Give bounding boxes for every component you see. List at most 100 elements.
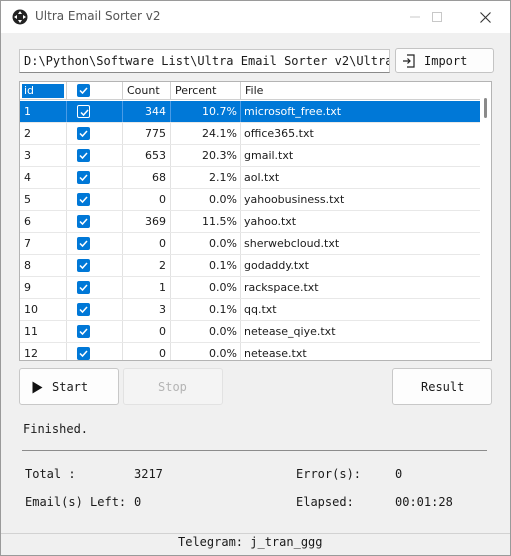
results-table[interactable]: id Count Percent File 1 344 10.7% microsoft…	[19, 81, 492, 361]
row-checkbox[interactable]	[77, 347, 90, 360]
title-bar[interactable]: Ultra Email Sorter v2	[1, 1, 510, 33]
row-checkbox-cell	[67, 101, 123, 122]
row-count: 653	[123, 145, 171, 166]
errors-label: Error(s):	[296, 467, 362, 481]
row-checkbox[interactable]	[77, 259, 90, 272]
row-id: 12	[20, 343, 67, 360]
row-percent: 0.0%	[171, 321, 241, 342]
result-button[interactable]: Result	[392, 368, 492, 405]
row-percent: 10.7%	[171, 101, 241, 122]
column-header-select-all[interactable]	[67, 82, 123, 100]
table-row[interactable]: 3 653 20.3% gmail.txt	[20, 145, 480, 167]
row-file: netease.txt	[244, 347, 307, 360]
row-file: microsoft_free.txt	[244, 105, 342, 118]
table-scrollbar[interactable]	[480, 82, 491, 360]
row-checkbox[interactable]	[77, 237, 90, 250]
row-count: 369	[123, 211, 171, 232]
result-button-label: Result	[421, 380, 465, 394]
row-checkbox-cell	[67, 321, 123, 342]
import-button-label: Import	[424, 54, 468, 68]
row-count: 2	[123, 255, 171, 276]
row-file: rackspace.txt	[244, 281, 319, 294]
close-button[interactable]	[462, 1, 508, 33]
row-checkbox-cell	[67, 123, 123, 144]
stop-button[interactable]: Stop	[123, 368, 223, 405]
table-row[interactable]: 11 0 0.0% netease_qiye.txt	[20, 321, 480, 343]
row-count: 3	[123, 299, 171, 320]
row-checkbox[interactable]	[77, 303, 90, 316]
column-header-percent[interactable]: Percent	[171, 82, 241, 100]
row-checkbox[interactable]	[77, 281, 90, 294]
column-header-file[interactable]: File	[241, 82, 480, 100]
column-header-id[interactable]: id	[20, 82, 67, 100]
row-checkbox-cell	[67, 277, 123, 298]
table-row[interactable]: 6 369 11.5% yahoo.txt	[20, 211, 480, 233]
table-row[interactable]: 1 344 10.7% microsoft_free.txt	[20, 101, 480, 123]
status-text: Finished.	[23, 422, 89, 436]
import-icon	[403, 54, 415, 68]
row-checkbox[interactable]	[77, 127, 90, 140]
row-id: 1	[20, 101, 67, 122]
row-file: qq.txt	[244, 303, 277, 316]
row-file: sherwebcloud.txt	[244, 237, 340, 250]
maximize-icon	[432, 12, 442, 22]
move-arrows-icon	[12, 9, 28, 25]
row-percent: 0.0%	[171, 233, 241, 254]
select-all-checkbox[interactable]	[77, 84, 90, 97]
row-percent: 0.0%	[171, 343, 241, 360]
row-checkbox[interactable]	[77, 105, 90, 118]
table-row[interactable]: 4 68 2.1% aol.txt	[20, 167, 480, 189]
row-checkbox-cell	[67, 211, 123, 232]
close-icon	[479, 11, 491, 23]
table-header: id Count Percent File	[20, 82, 480, 100]
scrollbar-thumb[interactable]	[484, 98, 487, 118]
start-button[interactable]: Start	[19, 368, 119, 405]
start-button-label: Start	[52, 380, 89, 394]
row-checkbox[interactable]	[77, 325, 90, 338]
table-body: 1 344 10.7% microsoft_free.txt 2 775 24.1% offi…	[20, 101, 480, 360]
column-header-count[interactable]: Count	[123, 82, 171, 100]
row-percent: 24.1%	[171, 123, 241, 144]
row-checkbox[interactable]	[77, 193, 90, 206]
table-row[interactable]: 5 0 0.0% yahoobusiness.txt	[20, 189, 480, 211]
emails-left-value: 0	[134, 495, 142, 509]
table-row[interactable]: 9 1 0.0% rackspace.txt	[20, 277, 480, 299]
table-row[interactable]: 2 775 24.1% office365.txt	[20, 123, 480, 145]
import-button[interactable]: Import	[395, 48, 494, 73]
folder-path-input[interactable]: D:\Python\Software List\Ultra Email Sort…	[19, 49, 390, 73]
table-row[interactable]: 12 0 0.0% netease.txt	[20, 343, 480, 360]
row-checkbox[interactable]	[77, 149, 90, 162]
row-checkbox-cell	[67, 233, 123, 254]
row-checkbox-cell	[67, 145, 123, 166]
row-count: 0	[123, 233, 171, 254]
row-file: godaddy.txt	[244, 259, 309, 272]
emails-left-label: Email(s) Left:	[25, 495, 127, 509]
row-checkbox-cell	[67, 343, 123, 360]
row-count: 0	[123, 343, 171, 360]
row-count: 775	[123, 123, 171, 144]
total-label: Total :	[25, 467, 76, 481]
row-id: 10	[20, 299, 67, 320]
row-percent: 0.0%	[171, 189, 241, 210]
table-row[interactable]: 10 3 0.1% qq.txt	[20, 299, 480, 321]
row-checkbox[interactable]	[77, 215, 90, 228]
row-checkbox-cell	[67, 167, 123, 188]
row-count: 0	[123, 321, 171, 342]
status-divider	[22, 450, 487, 451]
row-checkbox[interactable]	[77, 171, 90, 184]
row-percent: 0.0%	[171, 277, 241, 298]
total-value: 3217	[134, 467, 163, 481]
row-percent: 11.5%	[171, 211, 241, 232]
row-file: yahoo.txt	[244, 215, 297, 228]
row-file: aol.txt	[244, 171, 280, 184]
table-row[interactable]: 7 0 0.0% sherwebcloud.txt	[20, 233, 480, 255]
footer-divider	[1, 533, 510, 534]
row-count: 344	[123, 101, 171, 122]
table-row[interactable]: 8 2 0.1% godaddy.txt	[20, 255, 480, 277]
row-id: 3	[20, 145, 67, 166]
elapsed-label: Elapsed:	[296, 495, 354, 509]
row-count: 0	[123, 189, 171, 210]
row-id: 4	[20, 167, 67, 188]
elapsed-value: 00:01:28	[395, 495, 453, 509]
maximize-button[interactable]	[414, 1, 460, 33]
